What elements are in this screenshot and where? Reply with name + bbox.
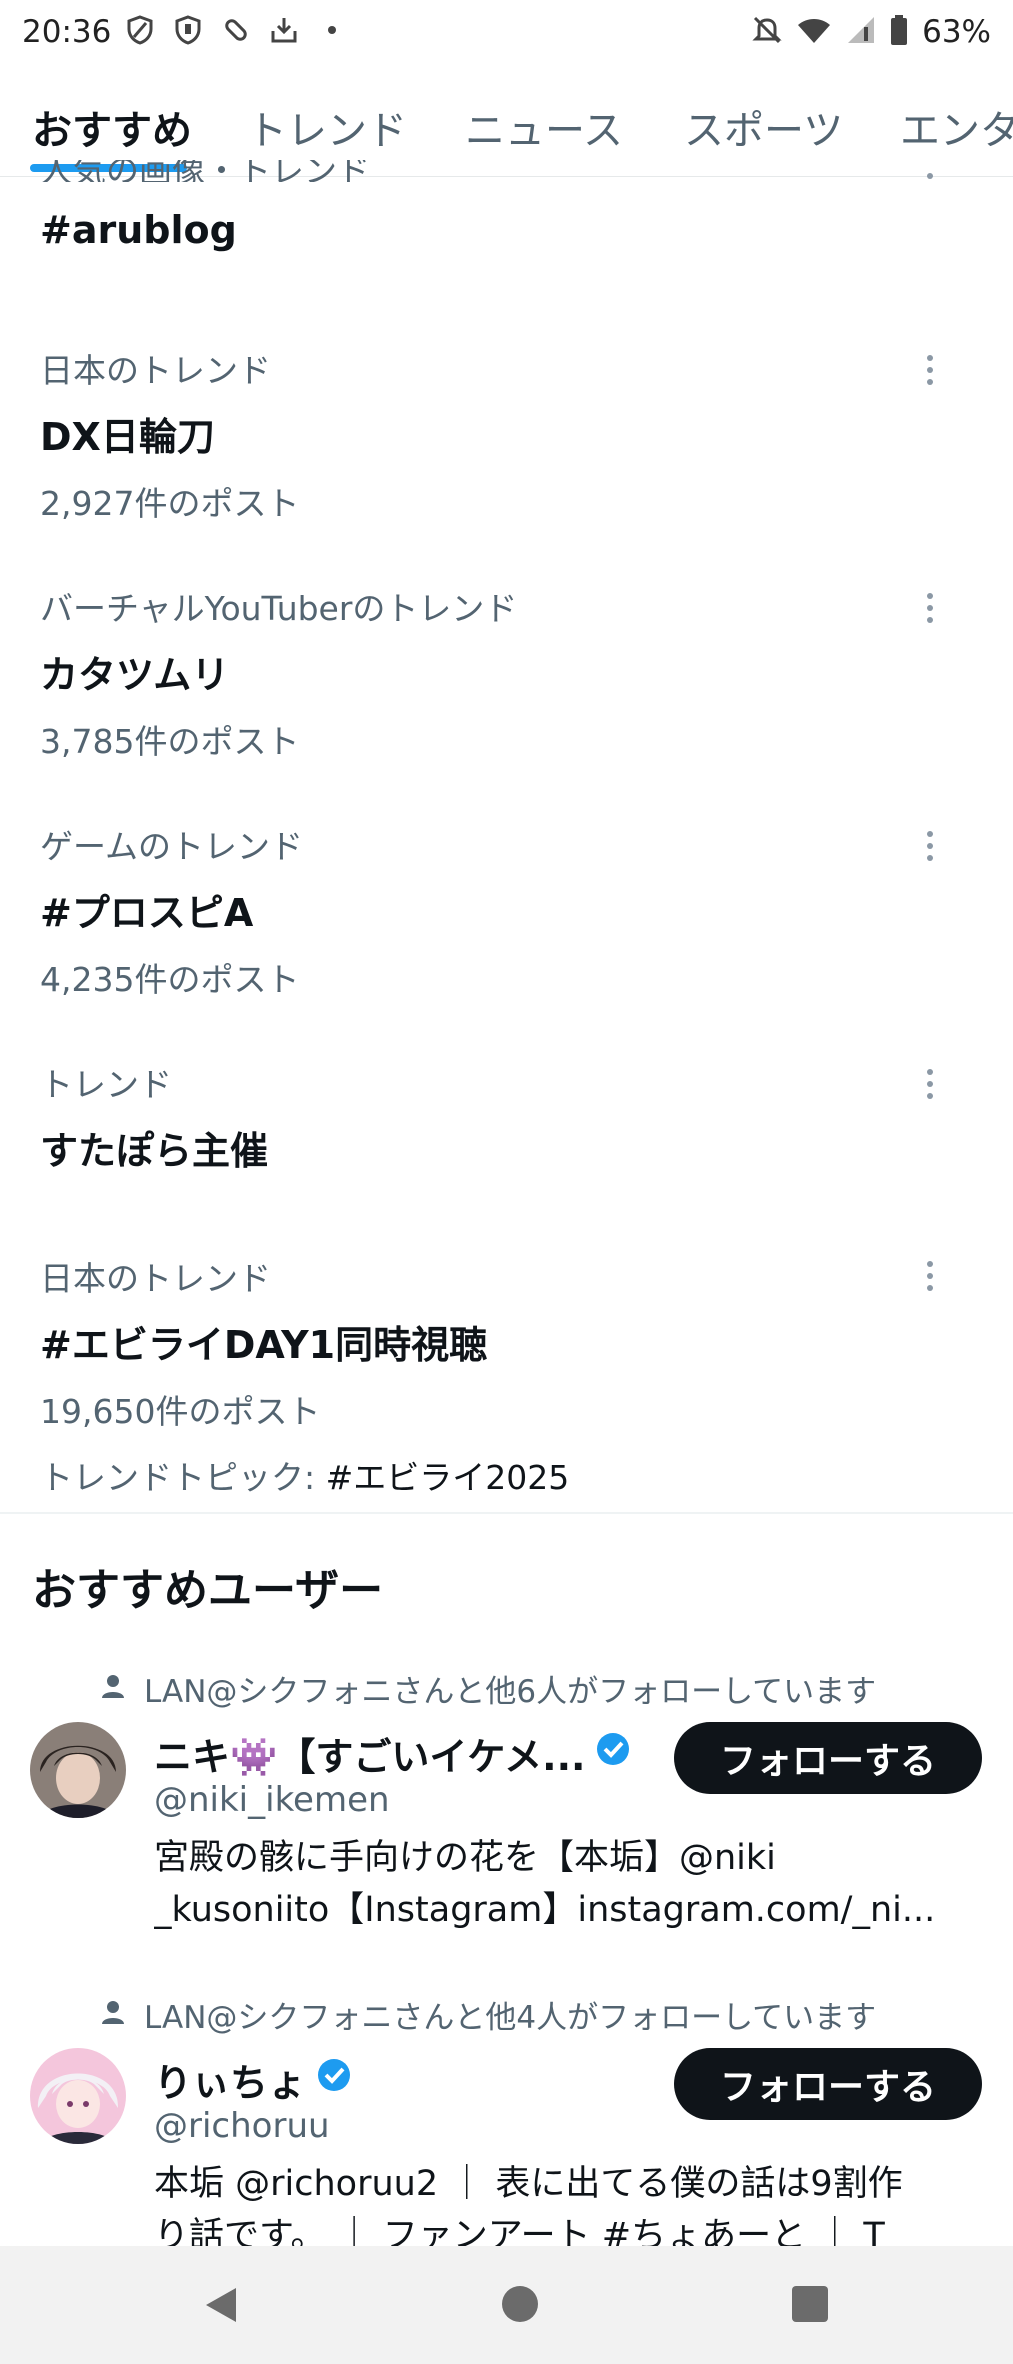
trend-item[interactable]: トレンド すたぽら主催 <box>40 1058 980 1175</box>
shield-outline-icon <box>124 14 156 46</box>
system-navigation-bar <box>0 2246 1013 2364</box>
status-time: 20:36 <box>22 14 112 50</box>
trend-item[interactable]: 日本のトレンド DX日輪刀 2,927件のポスト <box>40 344 980 525</box>
follow-button[interactable]: フォローする <box>674 1722 982 1794</box>
trend-category: バーチャルYouTuberのトレンド <box>40 589 518 628</box>
user-bio: 本垢 @richoruu2 ｜ 表に出てる僕の話は9割作 り話です。 ｜ ファン… <box>154 2164 903 2246</box>
trend-item[interactable]: バーチャルYouTuberのトレンド カタツムリ 3,785件のポスト <box>40 582 980 763</box>
user-handle: @richoruu <box>154 2106 330 2146</box>
dot-icon <box>316 14 348 46</box>
trend-name: DX日輪刀 <box>40 415 215 459</box>
back-icon[interactable] <box>200 2284 242 2330</box>
recent-apps-icon[interactable] <box>792 2286 828 2322</box>
tab-news[interactable]: ニュース <box>465 98 623 156</box>
verified-badge-icon <box>595 1731 631 1776</box>
tab-sports[interactable]: スポーツ <box>684 98 843 156</box>
wifi-icon <box>796 15 832 49</box>
user-bio: 宮殿の骸に手向けの花を【本垢】@niki _kusoniito【Instagra… <box>154 1838 936 1930</box>
trend-category: 日本のトレンド <box>40 1259 271 1298</box>
tab-entertainment[interactable]: エンタ <box>900 98 1013 156</box>
battery-icon <box>890 14 908 50</box>
trend-post-count: 4,235件のポスト <box>40 960 300 999</box>
more-options-icon[interactable] <box>910 588 950 628</box>
trend-name: すたぽら主催 <box>40 1129 269 1173</box>
pill-icon <box>220 14 252 46</box>
more-options-icon[interactable] <box>910 1064 950 1104</box>
more-options-icon[interactable] <box>910 826 950 866</box>
social-context: LAN@シクフォニさんと他4人がフォローしています <box>100 1992 876 2037</box>
trend-post-count: 19,650件のポスト <box>40 1392 321 1431</box>
trend-name: #エビライDAY1同時視聴 <box>40 1323 488 1367</box>
social-context: LAN@シクフォニさんと他6人がフォローしています <box>100 1666 876 1711</box>
section-title: おすすめユーザー <box>32 1565 384 1616</box>
shield-icon <box>172 14 204 46</box>
trend-item[interactable]: 日本のトレンド #エビライDAY1同時視聴 19,650件のポスト トレンドトピ… <box>40 1252 980 1499</box>
signal-icon <box>846 15 876 49</box>
home-icon[interactable] <box>502 2286 538 2322</box>
tab-recommended[interactable]: おすすめ <box>32 98 192 156</box>
follow-button[interactable]: フォローする <box>674 2048 982 2120</box>
bell-off-icon <box>752 14 782 50</box>
trend-post-count: 3,785件のポスト <box>40 722 300 761</box>
trend-name: カタツムリ <box>40 653 230 697</box>
trend-topic: トレンドトピック: #エビライ2025 <box>40 1451 980 1499</box>
avatar[interactable] <box>30 1722 126 1818</box>
battery-percentage: 63% <box>922 14 991 50</box>
trend-topic-tag[interactable]: #エビライ2025 <box>326 1458 570 1497</box>
user-handle: @niki_ikemen <box>154 1780 390 1820</box>
download-tray-icon <box>268 14 300 46</box>
trend-item[interactable]: #arublog <box>40 208 980 252</box>
trend-category: トレンド <box>40 1065 172 1104</box>
trend-post-count: 2,927件のポスト <box>40 484 300 523</box>
verified-badge-icon <box>316 2057 352 2102</box>
user-name[interactable]: ニキ👾【すごいイケメ... <box>154 1726 631 1781</box>
trend-item[interactable]: ゲームのトレンド #プロスピA 4,235件のポスト <box>40 820 980 1001</box>
user-name[interactable]: りぃちょ <box>154 2052 352 2107</box>
trend-category: 人気の画像・トレンド <box>40 160 370 182</box>
more-options-icon[interactable] <box>910 1256 950 1296</box>
person-icon <box>100 1997 126 2033</box>
section-divider <box>0 1512 1013 1514</box>
avatar[interactable] <box>30 2048 126 2144</box>
trend-name: #プロスピA <box>40 891 254 935</box>
status-bar: 20:36 63% <box>0 0 1013 64</box>
tab-trending[interactable]: トレンド <box>247 98 407 156</box>
trend-topic-prefix: トレンドトピック: <box>40 1458 326 1497</box>
more-options-icon[interactable] <box>910 166 950 186</box>
status-icons-left <box>124 14 348 46</box>
status-icons-right: 63% <box>752 14 991 50</box>
person-icon <box>100 1671 126 1707</box>
trend-category: ゲームのトレンド <box>40 827 304 866</box>
trend-category: 日本のトレンド <box>40 351 271 390</box>
more-options-icon[interactable] <box>910 350 950 390</box>
trend-name: #arublog <box>40 208 237 252</box>
